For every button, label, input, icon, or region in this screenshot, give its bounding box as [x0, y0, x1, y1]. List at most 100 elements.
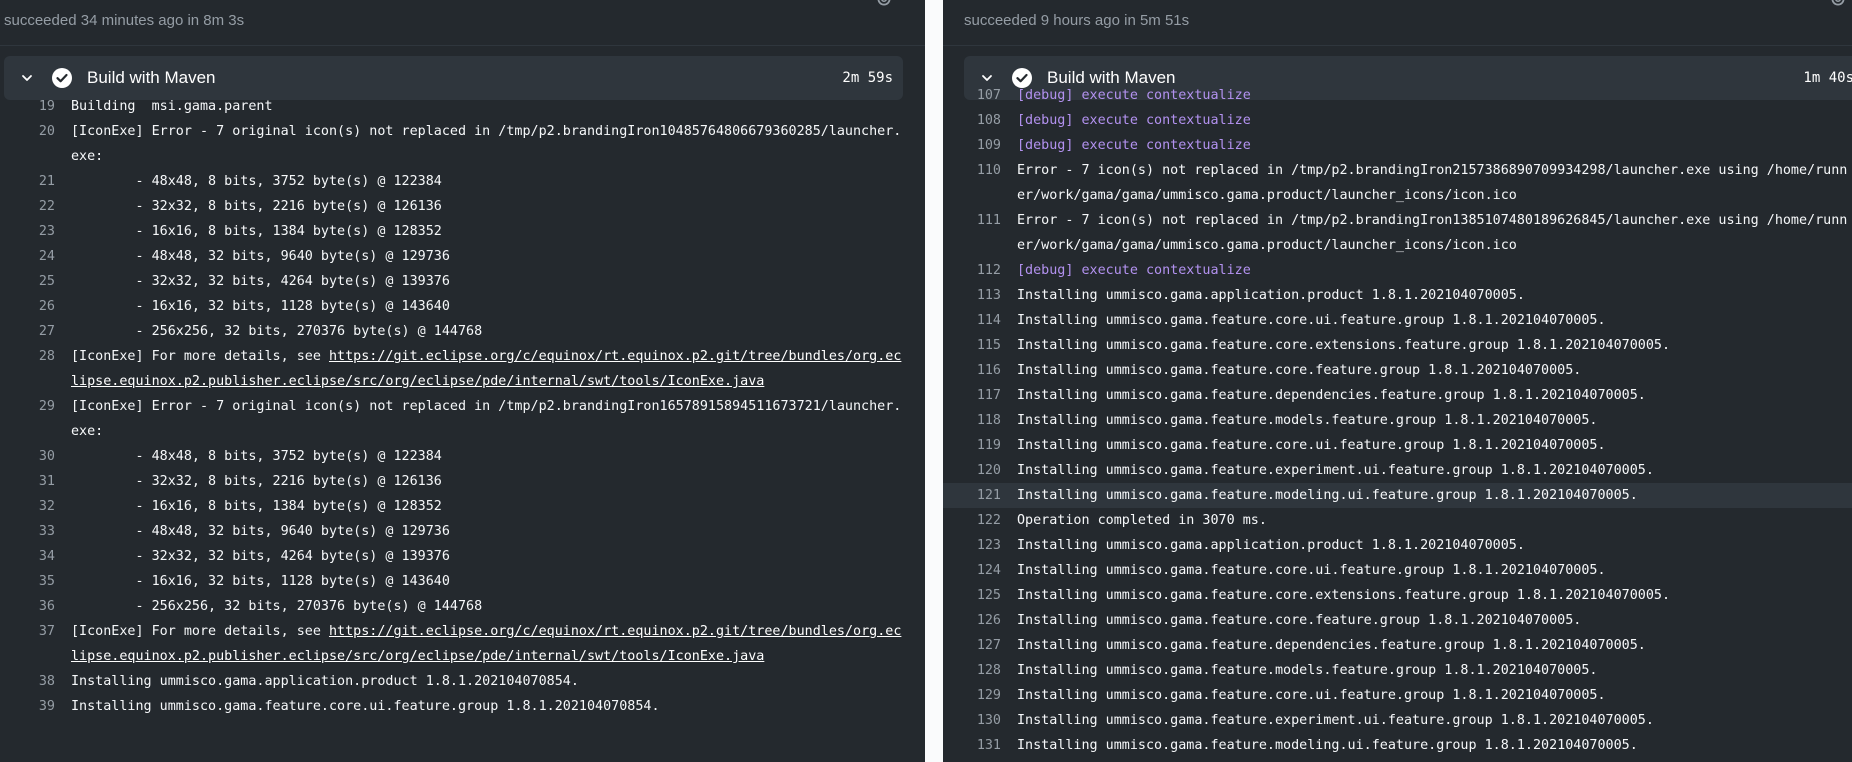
line-number[interactable]: 114 [943, 308, 1001, 333]
line-number[interactable]: 25 [0, 269, 55, 294]
log-line[interactable]: 22 - 32x32, 8 bits, 2216 byte(s) @ 12613… [0, 194, 906, 219]
log-line[interactable]: 28 [IconExe] For more details, see https:… [0, 344, 906, 394]
line-number[interactable]: 108 [943, 108, 1001, 133]
line-number[interactable]: 36 [0, 594, 55, 619]
line-number[interactable]: 117 [943, 383, 1001, 408]
line-number[interactable]: 121 [943, 483, 1001, 508]
line-number[interactable]: 120 [943, 458, 1001, 483]
line-number[interactable]: 109 [943, 133, 1001, 158]
line-number[interactable]: 30 [0, 444, 55, 469]
log-line[interactable]: 115 Installing ummisco.gama.feature.core.… [943, 333, 1852, 358]
line-number[interactable]: 119 [943, 433, 1001, 458]
log-line[interactable]: 38 Installing ummisco.gama.application.pr… [0, 669, 906, 694]
gear-icon[interactable] [875, 0, 893, 8]
line-number[interactable]: 115 [943, 333, 1001, 358]
log-line[interactable]: 23 - 16x16, 8 bits, 1384 byte(s) @ 12835… [0, 219, 906, 244]
log-line[interactable]: 123 Installing ummisco.gama.application.p… [943, 533, 1852, 558]
line-number[interactable]: 123 [943, 533, 1001, 558]
log-line[interactable]: 126 Installing ummisco.gama.feature.core.… [943, 608, 1852, 633]
line-number[interactable]: 19 [0, 94, 55, 119]
log-line[interactable]: 32 - 16x16, 8 bits, 1384 byte(s) @ 12835… [0, 494, 906, 519]
log-line[interactable]: 118 Installing ummisco.gama.feature.model… [943, 408, 1852, 433]
line-number[interactable]: 107 [943, 83, 1001, 108]
log-line[interactable]: 35 - 16x16, 32 bits, 1128 byte(s) @ 1436… [0, 569, 906, 594]
log-line[interactable]: 33 - 48x48, 32 bits, 9640 byte(s) @ 1297… [0, 519, 906, 544]
line-number[interactable]: 110 [943, 158, 1001, 208]
log-line[interactable]: 25 - 32x32, 32 bits, 4264 byte(s) @ 1393… [0, 269, 906, 294]
log-line[interactable]: 127 Installing ummisco.gama.feature.depen… [943, 633, 1852, 658]
line-number[interactable]: 38 [0, 669, 55, 694]
log-line[interactable]: 34 - 32x32, 32 bits, 4264 byte(s) @ 1393… [0, 544, 906, 569]
line-number[interactable]: 21 [0, 169, 55, 194]
log-line[interactable]: 125 Installing ummisco.gama.feature.core.… [943, 583, 1852, 608]
line-number[interactable]: 37 [0, 619, 55, 669]
log-line[interactable]: 19 Building msi.gama.parent [0, 94, 906, 119]
log-line[interactable]: 121 Installing ummisco.gama.feature.model… [943, 483, 1852, 508]
log-line[interactable]: 20 [IconExe] Error - 7 original icon(s) n… [0, 119, 906, 169]
line-number[interactable]: 34 [0, 544, 55, 569]
line-number[interactable]: 122 [943, 508, 1001, 533]
log-line[interactable]: 112 [debug] execute contextualize [943, 258, 1852, 283]
line-number[interactable]: 131 [943, 733, 1001, 758]
log-message: Error - 7 icon(s) not replaced in /tmp/p… [1017, 213, 1848, 253]
line-number[interactable]: 130 [943, 708, 1001, 733]
log-line[interactable]: 109 [debug] execute contextualize [943, 133, 1852, 158]
line-number[interactable]: 32 [0, 494, 55, 519]
line-number[interactable]: 26 [0, 294, 55, 319]
line-number[interactable]: 118 [943, 408, 1001, 433]
line-number[interactable]: 31 [0, 469, 55, 494]
log-line[interactable]: 129 Installing ummisco.gama.feature.core.… [943, 683, 1852, 708]
log-line[interactable]: 117 Installing ummisco.gama.feature.depen… [943, 383, 1852, 408]
gear-icon[interactable] [1829, 0, 1847, 8]
log-line[interactable]: 36 - 256x256, 32 bits, 270376 byte(s) @ … [0, 594, 906, 619]
line-number[interactable]: 125 [943, 583, 1001, 608]
log-message: Installing ummisco.gama.application.prod… [1017, 538, 1525, 553]
log-line[interactable]: 24 - 48x48, 32 bits, 9640 byte(s) @ 1297… [0, 244, 906, 269]
log-line[interactable]: 30 - 48x48, 8 bits, 3752 byte(s) @ 12238… [0, 444, 906, 469]
log-line[interactable]: 108 [debug] execute contextualize [943, 108, 1852, 133]
line-number[interactable]: 128 [943, 658, 1001, 683]
log-line[interactable]: 114 Installing ummisco.gama.feature.core.… [943, 308, 1852, 333]
line-number[interactable]: 113 [943, 283, 1001, 308]
line-number[interactable]: 39 [0, 694, 55, 719]
log-line[interactable]: 37 [IconExe] For more details, see https:… [0, 619, 906, 669]
line-number[interactable]: 22 [0, 194, 55, 219]
line-number[interactable]: 116 [943, 358, 1001, 383]
log-text: Installing ummisco.gama.feature.models.f… [1017, 408, 1852, 433]
line-number[interactable]: 124 [943, 558, 1001, 583]
line-number[interactable]: 33 [0, 519, 55, 544]
log-line[interactable]: 122 Operation completed in 3070 ms. [943, 508, 1852, 533]
log-line[interactable]: 31 - 32x32, 8 bits, 2216 byte(s) @ 12613… [0, 469, 906, 494]
line-number[interactable]: 127 [943, 633, 1001, 658]
log-line[interactable]: 128 Installing ummisco.gama.feature.model… [943, 658, 1852, 683]
line-number[interactable]: 29 [0, 394, 55, 444]
chevron-down-icon[interactable] [20, 71, 34, 85]
line-number[interactable]: 20 [0, 119, 55, 169]
log-line[interactable]: 119 Installing ummisco.gama.feature.core.… [943, 433, 1852, 458]
line-number[interactable]: 111 [943, 208, 1001, 258]
log-text: - 32x32, 8 bits, 2216 byte(s) @ 126136 [71, 194, 906, 219]
line-number[interactable]: 27 [0, 319, 55, 344]
line-number[interactable]: 112 [943, 258, 1001, 283]
log-line[interactable]: 27 - 256x256, 32 bits, 270376 byte(s) @ … [0, 319, 906, 344]
log-line[interactable]: 116 Installing ummisco.gama.feature.core.… [943, 358, 1852, 383]
log-line[interactable]: 111 Error - 7 icon(s) not replaced in /tm… [943, 208, 1852, 258]
line-number[interactable]: 129 [943, 683, 1001, 708]
log-line[interactable]: 110 Error - 7 icon(s) not replaced in /tm… [943, 158, 1852, 208]
log-line[interactable]: 26 - 16x16, 32 bits, 1128 byte(s) @ 1436… [0, 294, 906, 319]
log-line[interactable]: 29 [IconExe] Error - 7 original icon(s) n… [0, 394, 906, 444]
line-number[interactable]: 24 [0, 244, 55, 269]
line-number[interactable]: 35 [0, 569, 55, 594]
line-number[interactable]: 126 [943, 608, 1001, 633]
log-line[interactable]: 39 Installing ummisco.gama.feature.core.u… [0, 694, 906, 719]
log-line[interactable]: 107 [debug] execute contextualize [943, 83, 1852, 108]
log-line[interactable]: 131 Installing ummisco.gama.feature.model… [943, 733, 1852, 758]
log-line[interactable]: 124 Installing ummisco.gama.feature.core.… [943, 558, 1852, 583]
line-number[interactable]: 23 [0, 219, 55, 244]
log-line[interactable]: 113 Installing ummisco.gama.application.p… [943, 283, 1852, 308]
log-line[interactable]: 120 Installing ummisco.gama.feature.exper… [943, 458, 1852, 483]
log-output: 19 Building msi.gama.parent 20 [IconExe] Er… [0, 94, 906, 719]
line-number[interactable]: 28 [0, 344, 55, 394]
log-line[interactable]: 130 Installing ummisco.gama.feature.exper… [943, 708, 1852, 733]
log-line[interactable]: 21 - 48x48, 8 bits, 3752 byte(s) @ 12238… [0, 169, 906, 194]
